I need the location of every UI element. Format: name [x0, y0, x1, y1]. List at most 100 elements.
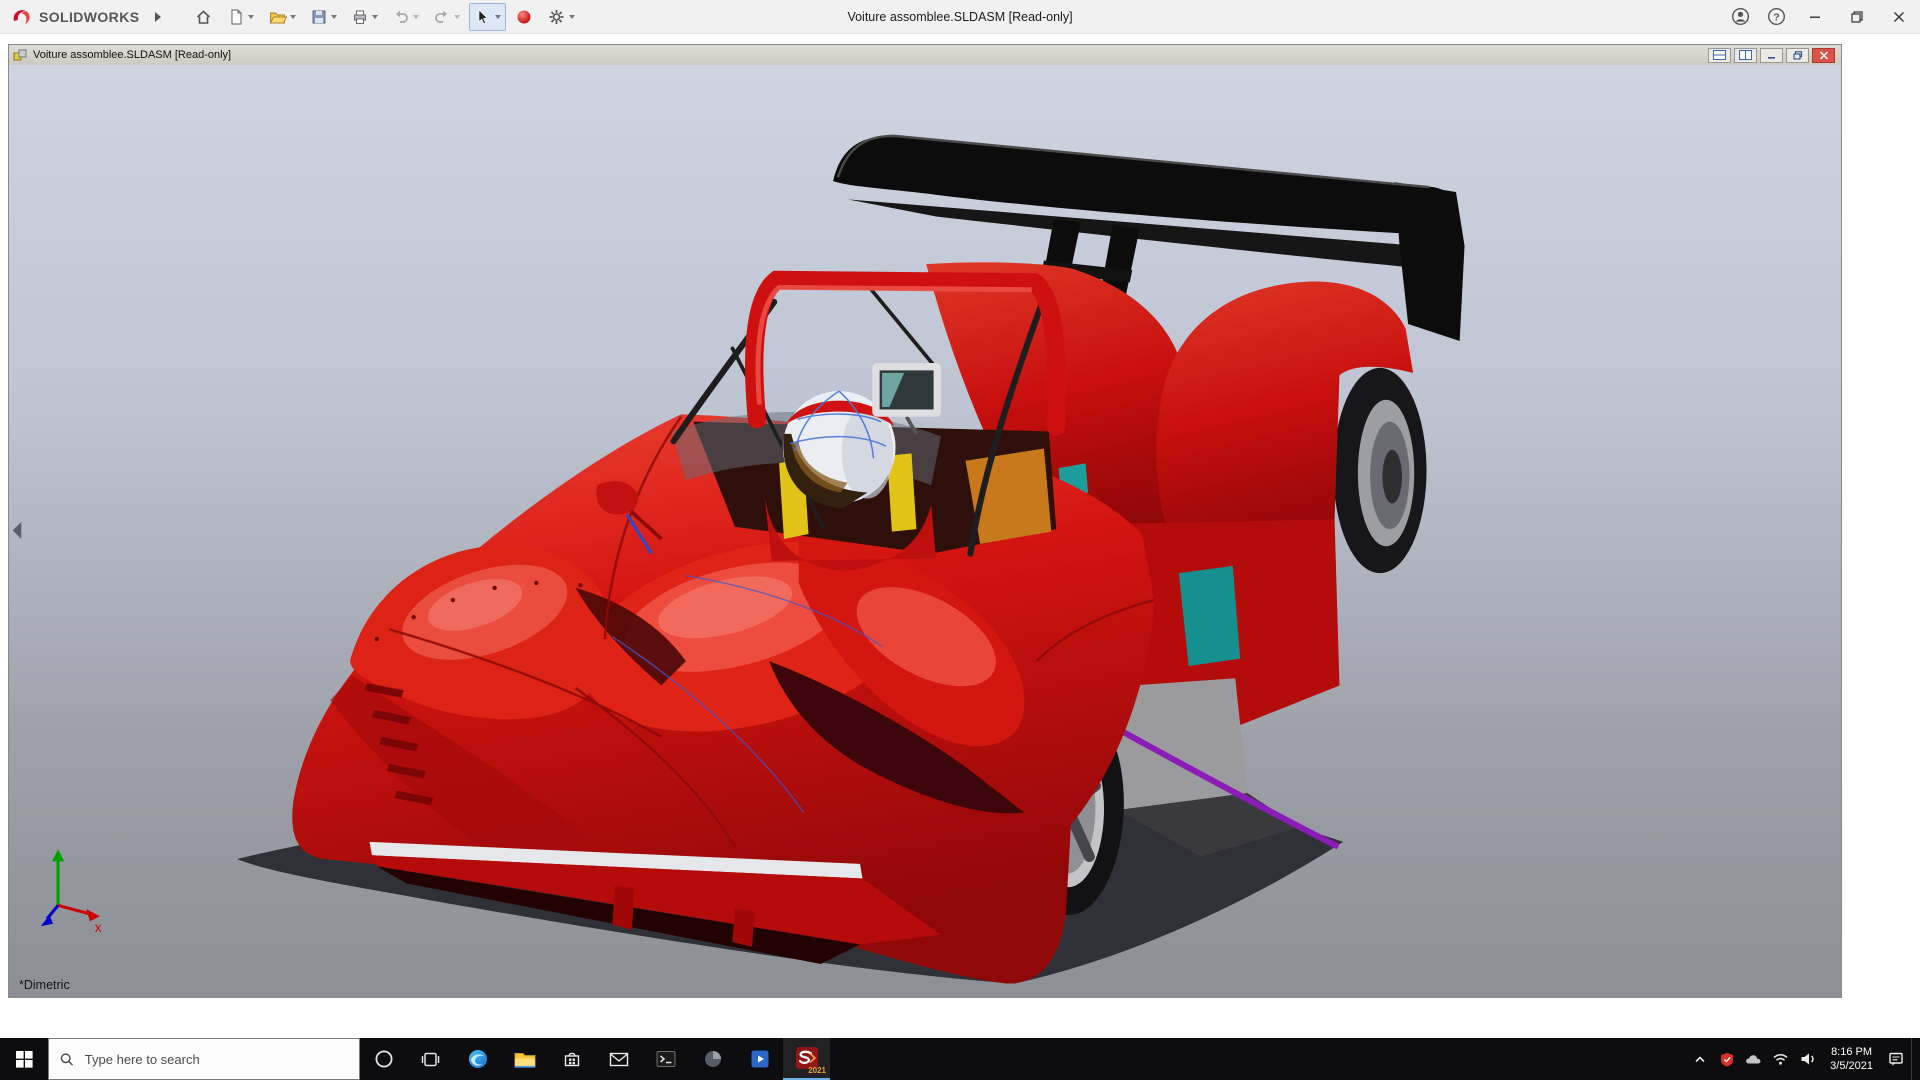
document-titlebar[interactable]: Voiture assomblee.SLDASM [Read-only] — [9, 45, 1841, 65]
doc-close-icon — [1819, 51, 1829, 60]
media-app-icon — [750, 1049, 770, 1069]
tray-cloud[interactable] — [1742, 1053, 1765, 1065]
taskbar-app-gray[interactable] — [689, 1038, 736, 1080]
appearance-sphere-icon — [515, 8, 533, 26]
restore-icon — [1851, 11, 1863, 23]
print-icon — [351, 8, 369, 26]
dropdown-caret[interactable] — [372, 15, 378, 19]
taskbar-terminal[interactable] — [642, 1038, 689, 1080]
assembly-document-icon — [13, 48, 28, 62]
cortana-button[interactable] — [360, 1038, 407, 1080]
account-button[interactable] — [1722, 0, 1758, 34]
appearance-button[interactable] — [510, 3, 538, 31]
split-view-vertical-button[interactable] — [1734, 48, 1757, 63]
wifi-icon — [1772, 1052, 1789, 1066]
undo-button[interactable] — [387, 3, 424, 31]
flyout-arrow-icon — [153, 11, 163, 23]
split-view-vertical-icon — [1739, 50, 1752, 60]
select-tool-button[interactable] — [469, 3, 506, 31]
action-center-icon — [1888, 1051, 1904, 1067]
app-window-title: Voiture assomblee.SLDASM [Read-only] — [847, 0, 1072, 34]
dassault-systemes-logo-icon — [10, 7, 34, 27]
dropdown-caret[interactable] — [290, 15, 296, 19]
side-window — [1179, 566, 1240, 666]
taskbar-edge[interactable] — [454, 1038, 501, 1080]
help-button[interactable]: ? — [1758, 0, 1794, 34]
taskbar-file-explorer[interactable] — [501, 1038, 548, 1080]
open-button[interactable] — [263, 3, 301, 31]
action-center-button[interactable] — [1884, 1051, 1907, 1067]
tray-antivirus[interactable] — [1715, 1052, 1738, 1067]
close-button[interactable] — [1878, 0, 1920, 34]
taskbar-app-media[interactable] — [736, 1038, 783, 1080]
volume-icon — [1800, 1052, 1816, 1066]
restore-button[interactable] — [1836, 0, 1878, 34]
show-desktop-button[interactable] — [1911, 1038, 1918, 1080]
tray-volume[interactable] — [1796, 1052, 1819, 1066]
dropdown-caret[interactable] — [495, 15, 501, 19]
shield-icon — [1720, 1052, 1734, 1067]
home-icon — [194, 8, 213, 26]
options-button[interactable] — [542, 3, 580, 31]
document-window: Voiture assomblee.SLDASM [Read-only] — [8, 44, 1842, 998]
select-cursor-icon — [474, 8, 492, 26]
search-input[interactable] — [83, 1051, 348, 1068]
dropdown-caret[interactable] — [569, 15, 575, 19]
home-button[interactable] — [189, 3, 218, 31]
terminal-icon — [656, 1050, 676, 1068]
dropdown-caret[interactable] — [331, 15, 337, 19]
mail-icon — [609, 1051, 629, 1068]
doc-restore-icon — [1793, 51, 1803, 60]
main-toolbar — [189, 3, 580, 31]
split-view-horizontal-icon — [1713, 50, 1726, 60]
brand-wordmark: SOLIDWORKS — [39, 9, 139, 25]
help-icon: ? — [1767, 7, 1786, 26]
split-view-horizontal-button[interactable] — [1708, 48, 1731, 63]
doc-minimize-button[interactable] — [1760, 48, 1783, 63]
graphics-area[interactable]: x *Dimetric — [9, 65, 1841, 997]
save-button[interactable] — [305, 3, 342, 31]
tray-network[interactable] — [1769, 1052, 1792, 1066]
undo-icon — [392, 8, 410, 26]
car-model: x — [9, 65, 1841, 997]
task-view-button[interactable] — [407, 1038, 454, 1080]
account-icon — [1731, 7, 1750, 26]
dropdown-caret[interactable] — [413, 15, 419, 19]
close-icon — [1893, 11, 1905, 23]
doc-close-button[interactable] — [1812, 48, 1835, 63]
menu-flyout-arrow[interactable] — [153, 11, 163, 23]
new-document-icon — [227, 8, 245, 26]
print-button[interactable] — [346, 3, 383, 31]
panel-collapse-arrow[interactable] — [13, 522, 22, 539]
start-button[interactable] — [0, 1038, 48, 1080]
chevron-up-icon — [1693, 1053, 1707, 1065]
clock-date: 3/5/2021 — [1830, 1059, 1873, 1073]
solidworks-version-badge: 2021 — [808, 1066, 826, 1075]
dropdown-caret[interactable] — [454, 15, 460, 19]
hidden-icons-button[interactable] — [1688, 1053, 1711, 1065]
windows-taskbar: 2021 — [0, 1038, 1920, 1080]
clock-time: 8:16 PM — [1830, 1045, 1873, 1059]
file-explorer-icon — [514, 1049, 536, 1069]
doc-restore-button[interactable] — [1786, 48, 1809, 63]
titlebar-right-controls: ? — [1722, 0, 1920, 34]
search-icon — [60, 1052, 74, 1067]
taskbar-search[interactable] — [48, 1038, 360, 1080]
minimize-button[interactable] — [1794, 0, 1836, 34]
gray-app-icon — [703, 1049, 723, 1069]
taskbar-clock[interactable]: 8:16 PM 3/5/2021 — [1823, 1045, 1880, 1074]
new-document-button[interactable] — [222, 3, 259, 31]
solidworks-application: SOLIDWORKS — [0, 0, 1920, 1080]
taskbar-mail[interactable] — [595, 1038, 642, 1080]
rear-right-wheel — [1333, 368, 1426, 573]
dropdown-caret[interactable] — [248, 15, 254, 19]
cortana-icon — [374, 1049, 394, 1069]
redo-button[interactable] — [428, 3, 465, 31]
app-titlebar: SOLIDWORKS — [0, 0, 1920, 34]
taskbar-store[interactable] — [548, 1038, 595, 1080]
solidworks-logo: SOLIDWORKS — [0, 7, 145, 27]
doc-minimize-icon — [1767, 51, 1777, 60]
taskbar-solidworks[interactable]: 2021 — [783, 1038, 830, 1080]
orientation-triad: x — [41, 849, 102, 935]
redo-icon — [433, 8, 451, 26]
